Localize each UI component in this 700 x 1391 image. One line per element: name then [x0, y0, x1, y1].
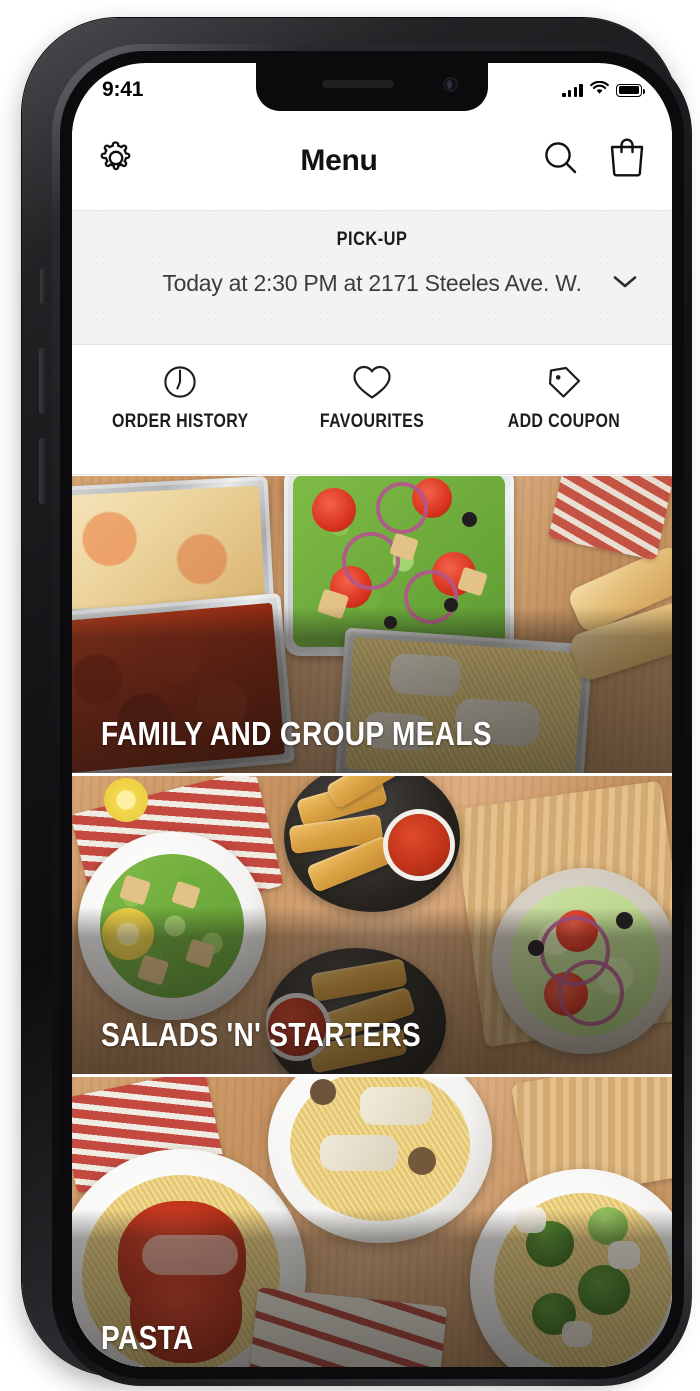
phone-screen: 9:41 Menu PICK-UP Today at 2:30 PM at 21…: [72, 63, 672, 1367]
settings-button[interactable]: [94, 136, 138, 185]
cellular-signal-icon: [562, 83, 583, 97]
category-card-pasta[interactable]: PASTA: [72, 1077, 672, 1367]
category-title: FAMILY AND GROUP MEALS: [101, 715, 492, 752]
app-header-actions: [540, 135, 650, 186]
volume-up-button[interactable]: [39, 348, 47, 414]
add-coupon-label: ADD COUPON: [507, 411, 621, 432]
category-list[interactable]: FAMILY AND GROUP MEALS SALADS 'N' STARTE…: [72, 476, 672, 1367]
order-history-label: ORDER HISTORY: [111, 411, 249, 432]
search-icon: [540, 137, 582, 184]
favourites-button[interactable]: FAVOURITES: [297, 359, 447, 433]
app-header: Menu: [72, 111, 672, 211]
clock-icon: [159, 359, 201, 405]
category-title: SALADS 'N' STARTERS: [101, 1016, 422, 1053]
favourites-label: FAVOURITES: [319, 411, 425, 432]
pickup-mode-label: PICK-UP: [336, 229, 408, 250]
add-coupon-button[interactable]: ADD COUPON: [489, 359, 639, 433]
gear-icon: [94, 136, 138, 185]
cart-button[interactable]: [604, 135, 650, 186]
page-title: Menu: [300, 143, 378, 177]
volume-down-button[interactable]: [39, 438, 47, 504]
shopping-bag-icon: [604, 135, 650, 186]
order-history-button[interactable]: ORDER HISTORY: [105, 359, 255, 433]
heart-icon: [349, 359, 395, 405]
mute-switch[interactable]: [40, 268, 47, 304]
quick-actions-bar: ORDER HISTORY FAVOURITES ADD COUPON: [72, 345, 672, 475]
device-notch: [256, 63, 488, 111]
pickup-details-row[interactable]: Today at 2:30 PM at 2171 Steeles Ave. W.: [72, 270, 672, 297]
screenshot-stage: 9:41 Menu PICK-UP Today at 2:30 PM at 21…: [0, 0, 700, 1391]
category-title: PASTA: [101, 1319, 194, 1356]
chevron-down-icon[interactable]: [612, 273, 638, 294]
pickup-details-text: Today at 2:30 PM at 2171 Steeles Ave. W.: [162, 270, 582, 296]
tag-icon: [542, 359, 586, 405]
phone-frame: 9:41 Menu PICK-UP Today at 2:30 PM at 21…: [22, 18, 692, 1386]
battery-full-icon: [616, 83, 645, 97]
pickup-bar[interactable]: PICK-UP Today at 2:30 PM at 2171 Steeles…: [72, 211, 672, 345]
front-camera: [443, 77, 458, 92]
status-bar-indicators: [562, 80, 645, 100]
search-button[interactable]: [540, 137, 582, 184]
category-card-salads-n-starters[interactable]: SALADS 'N' STARTERS: [72, 776, 672, 1077]
category-card-family-and-group-meals[interactable]: FAMILY AND GROUP MEALS: [72, 476, 672, 776]
earpiece-speaker: [322, 80, 394, 88]
status-bar-time: 9:41: [102, 78, 144, 101]
wifi-icon: [590, 80, 609, 100]
